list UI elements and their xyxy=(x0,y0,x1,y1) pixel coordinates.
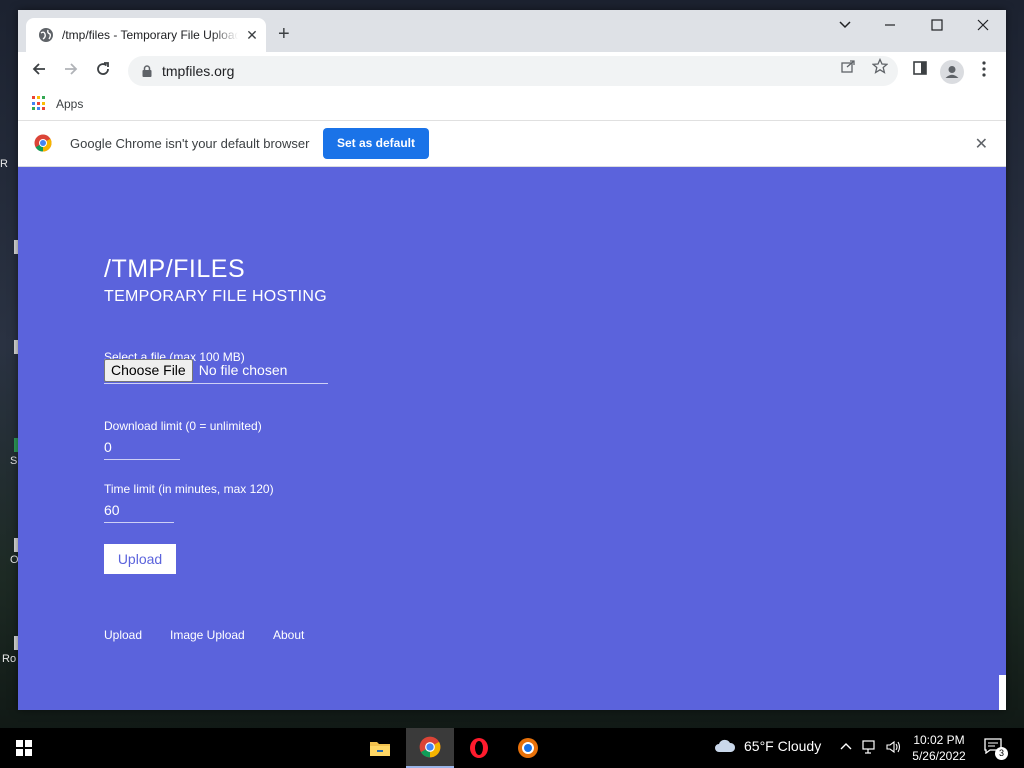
upload-button[interactable]: Upload xyxy=(104,544,176,574)
browser-tab[interactable]: /tmp/files - Temporary File Upload ✕ xyxy=(26,18,266,52)
set-as-default-button[interactable]: Set as default xyxy=(323,128,429,159)
file-explorer-icon[interactable] xyxy=(356,728,404,768)
scrollbar-thumb[interactable] xyxy=(999,675,1006,710)
profile-avatar[interactable] xyxy=(940,60,964,84)
page-content: /TMP/FILES TEMPORARY FILE HOSTING Select… xyxy=(18,167,1006,710)
address-bar[interactable]: tmpfiles.org xyxy=(128,56,898,86)
footer-link-upload[interactable]: Upload xyxy=(104,628,142,642)
desktop-icon-fragment: R xyxy=(0,158,8,170)
clock-date: 5/26/2022 xyxy=(912,749,966,763)
weather-widget[interactable]: 65°F Cloudy xyxy=(714,738,821,754)
choose-file-button[interactable]: Choose File xyxy=(104,359,193,382)
windows-start-icon[interactable] xyxy=(16,740,32,756)
lock-icon[interactable] xyxy=(140,64,154,78)
file-input[interactable]: Choose File No file chosen xyxy=(104,359,328,384)
minimize-button[interactable] xyxy=(875,18,905,37)
desktop-icon-fragment: S xyxy=(10,455,18,467)
new-tab-button[interactable]: + xyxy=(278,24,290,44)
footer-link-image-upload[interactable]: Image Upload xyxy=(170,628,245,642)
infobar-close-icon[interactable]: ✕ xyxy=(975,134,988,154)
volume-icon[interactable] xyxy=(886,740,902,757)
apps-grid-icon[interactable] xyxy=(32,96,47,111)
infobar-message: Google Chrome isn't your default browser xyxy=(70,136,310,151)
page-title: /TMP/FILES xyxy=(104,255,246,283)
reload-button[interactable] xyxy=(92,60,114,82)
time-limit-input[interactable]: 60 xyxy=(104,500,174,523)
download-limit-input[interactable]: 0 xyxy=(104,437,180,460)
bookmarks-bar: Apps xyxy=(18,90,1006,121)
desktop-icon-fragment: Ro xyxy=(2,653,17,665)
system-clock[interactable]: 10:02 PM 5/26/2022 xyxy=(906,732,972,764)
chevron-up-icon[interactable] xyxy=(840,740,852,756)
desktop-icon-fragment xyxy=(0,240,20,257)
desktop-icon-fragment xyxy=(0,636,20,653)
forward-button[interactable] xyxy=(60,60,82,82)
browser-window: /tmp/files - Temporary File Upload ✕ + t… xyxy=(18,10,1006,710)
globe-icon xyxy=(39,28,53,42)
page-subtitle: TEMPORARY FILE HOSTING xyxy=(104,288,327,305)
bookmark-star-icon[interactable] xyxy=(868,57,892,82)
maximize-button[interactable] xyxy=(922,18,952,37)
default-browser-infobar: Google Chrome isn't your default browser… xyxy=(18,121,1006,167)
clock-time: 10:02 PM xyxy=(913,733,965,747)
chrome-logo-icon xyxy=(34,134,52,152)
share-icon[interactable] xyxy=(836,58,860,82)
chrome-taskbar-icon[interactable] xyxy=(406,728,454,768)
time-limit-label: Time limit (in minutes, max 120) xyxy=(104,482,274,496)
back-button[interactable] xyxy=(28,60,50,82)
footer-link-about[interactable]: About xyxy=(273,628,304,642)
taskbar: 65°F Cloudy 10:02 PM 5/26/2022 3 xyxy=(0,728,1024,768)
url-text[interactable]: tmpfiles.org xyxy=(162,63,234,79)
desktop-icon-fragment xyxy=(0,538,20,555)
kebab-menu-icon[interactable] xyxy=(972,60,996,84)
tab-search-icon[interactable] xyxy=(830,18,860,37)
network-icon[interactable] xyxy=(862,740,878,757)
browser-shield-icon[interactable] xyxy=(504,728,552,768)
notification-center-icon[interactable]: 3 xyxy=(984,738,1008,760)
browser-toolbar: tmpfiles.org xyxy=(18,52,1006,90)
tab-title: /tmp/files - Temporary File Upload xyxy=(62,28,238,42)
desktop-icon-fragment xyxy=(0,438,20,455)
cloud-icon xyxy=(715,739,736,752)
download-limit-label: Download limit (0 = unlimited) xyxy=(104,419,262,433)
desktop-icon-fragment: O xyxy=(10,554,19,566)
apps-bookmark[interactable]: Apps xyxy=(56,97,83,111)
title-bar: /tmp/files - Temporary File Upload ✕ + xyxy=(18,10,1006,52)
tab-close-icon[interactable]: ✕ xyxy=(244,27,260,44)
close-window-button[interactable] xyxy=(968,18,998,37)
desktop-icon-fragment xyxy=(0,340,20,357)
side-panel-icon[interactable] xyxy=(908,60,932,84)
no-file-text: No file chosen xyxy=(198,362,288,378)
notification-badge: 3 xyxy=(995,747,1008,760)
weather-text: 65°F Cloudy xyxy=(744,738,822,754)
opera-icon[interactable] xyxy=(455,728,503,768)
